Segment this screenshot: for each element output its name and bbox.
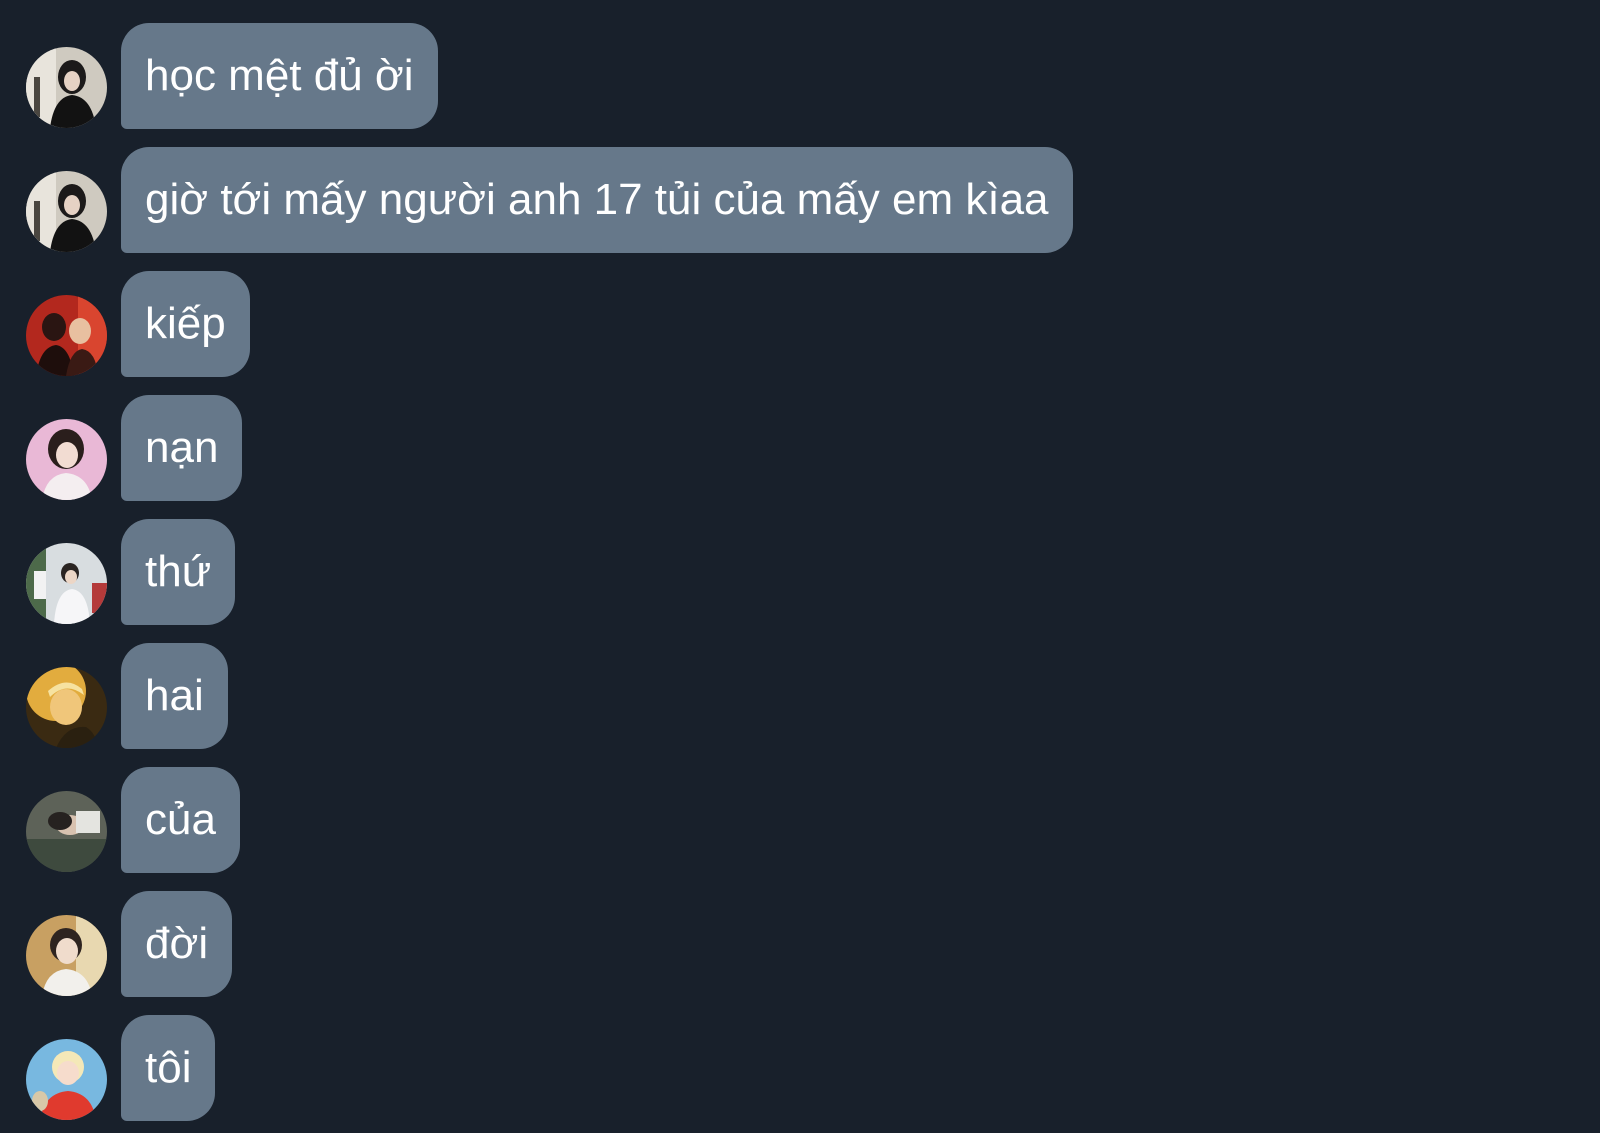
chat-message-list[interactable]: học mệt đủ ời giờ tới mấy người anh 17 t…	[0, 0, 1600, 1133]
message-row: hai	[0, 643, 1600, 749]
message-bubble[interactable]: thứ	[121, 519, 236, 625]
avatar-photo-icon[interactable]	[26, 791, 107, 872]
message-bubble[interactable]: kiếp	[121, 271, 250, 377]
message-row: học mệt đủ ời	[0, 23, 1600, 129]
avatar-photo-icon[interactable]	[26, 543, 107, 624]
message-bubble[interactable]: nạn	[121, 395, 243, 501]
message-row: giờ tới mấy người anh 17 tủi của mấy em …	[0, 147, 1600, 253]
avatar-photo-icon[interactable]	[26, 47, 107, 128]
message-bubble[interactable]: của	[121, 767, 240, 873]
message-row: đời	[0, 891, 1600, 997]
avatar-photo-icon[interactable]	[26, 295, 107, 376]
message-row: tôi	[0, 1015, 1600, 1121]
message-bubble[interactable]: tôi	[121, 1015, 216, 1121]
avatar-photo-icon[interactable]	[26, 667, 107, 748]
message-row: của	[0, 767, 1600, 873]
avatar-photo-icon[interactable]	[26, 171, 107, 252]
avatar-photo-icon[interactable]	[26, 1039, 107, 1120]
message-bubble[interactable]: đời	[121, 891, 233, 997]
message-row: nạn	[0, 395, 1600, 501]
message-row: kiếp	[0, 271, 1600, 377]
message-bubble[interactable]: học mệt đủ ời	[121, 23, 438, 129]
avatar-photo-icon[interactable]	[26, 419, 107, 500]
message-bubble[interactable]: hai	[121, 643, 228, 749]
message-bubble[interactable]: giờ tới mấy người anh 17 tủi của mấy em …	[121, 147, 1073, 253]
avatar-photo-icon[interactable]	[26, 915, 107, 996]
message-row: thứ	[0, 519, 1600, 625]
